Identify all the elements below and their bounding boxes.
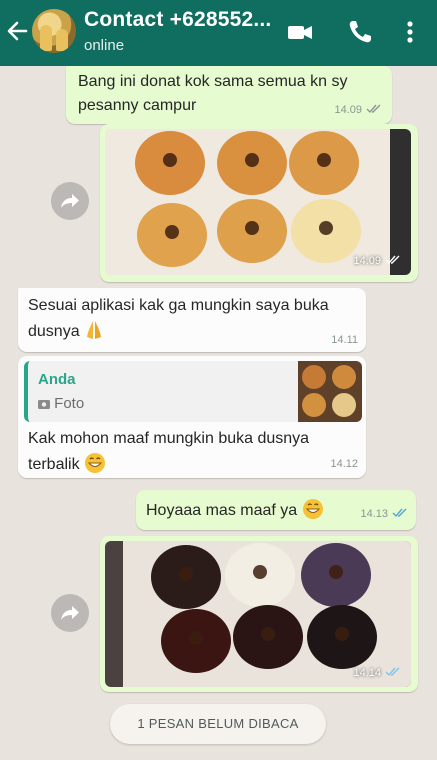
message-text: Hoyaaa mas maaf ya	[146, 498, 324, 523]
grinning-face-emoji	[85, 452, 106, 473]
message-text: Bang ini donat kok sama semua kn sy pesa…	[78, 73, 348, 114]
message-text: Kak mohon maaf mungkin buka dusnya terba…	[28, 430, 310, 473]
donut	[217, 131, 287, 195]
read-ticks-icon	[366, 104, 381, 113]
unread-messages-banner[interactable]: 1 PESAN BELUM DIBACA	[110, 704, 326, 744]
forward-button[interactable]	[51, 182, 89, 220]
avatar[interactable]	[32, 9, 76, 53]
donut	[289, 131, 359, 195]
forward-icon	[61, 606, 79, 620]
message-time: 14.12	[330, 457, 358, 470]
contact-name[interactable]: Contact +628552...	[84, 8, 271, 32]
message-bubble-incoming[interactable]: Sesuai aplikasi kak ga mungkin saya buka…	[18, 288, 366, 352]
chat-area[interactable]: Bang ini donat kok sama semua kn sy pesa…	[0, 66, 437, 760]
folded-hands-emoji	[87, 320, 102, 339]
contact-status: online	[84, 37, 125, 54]
message-time: 14.13	[360, 506, 408, 523]
forward-button[interactable]	[51, 594, 89, 632]
donut	[151, 545, 221, 609]
camera-icon	[38, 400, 50, 409]
quote-thumbnail	[298, 361, 362, 422]
quote-author: Anda	[38, 371, 76, 388]
donut	[161, 609, 231, 673]
message-text: Sesuai aplikasi kak ga mungkin saya buka…	[28, 297, 329, 340]
message-bubble-outgoing[interactable]: Hoyaaa mas maaf ya 14.13	[136, 490, 416, 530]
donut	[233, 605, 303, 669]
message-time: 14.09	[353, 253, 401, 270]
message-time: 14.14	[353, 665, 401, 682]
donut	[135, 131, 205, 195]
forward-icon	[61, 194, 79, 208]
donut	[301, 543, 371, 607]
donut	[225, 543, 295, 607]
donut-photo[interactable]: 14.14	[105, 541, 411, 687]
message-bubble-incoming-reply[interactable]: Anda Foto Kak mohon maaf mungkin buka du…	[18, 356, 366, 478]
grinning-sweat-emoji	[302, 499, 323, 519]
message-time: 14.09	[334, 102, 382, 119]
message-time: 14.11	[331, 333, 358, 346]
donut-photo[interactable]: 14.09	[105, 129, 411, 275]
more-options-icon[interactable]	[400, 18, 420, 46]
quote-text: Foto	[38, 393, 84, 416]
donut	[291, 199, 361, 263]
video-call-icon[interactable]	[286, 18, 314, 46]
read-ticks-icon	[385, 667, 400, 676]
image-message[interactable]: 14.09	[100, 124, 418, 282]
phone-icon[interactable]	[346, 18, 374, 46]
donut	[217, 199, 287, 263]
image-message[interactable]: 14.14	[100, 536, 418, 692]
donut	[307, 605, 377, 669]
read-ticks-icon	[392, 508, 407, 517]
message-bubble-outgoing[interactable]: Bang ini donat kok sama semua kn sy pesa…	[66, 66, 392, 124]
read-ticks-icon	[385, 255, 400, 264]
back-arrow-icon[interactable]	[6, 18, 28, 44]
chat-header: Contact +628552... online	[0, 0, 437, 66]
donut	[137, 203, 207, 267]
quoted-message[interactable]: Anda Foto	[24, 361, 362, 422]
